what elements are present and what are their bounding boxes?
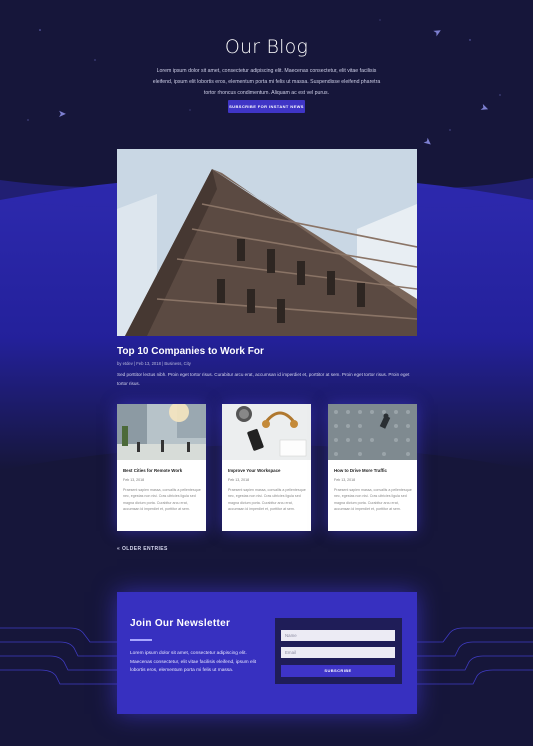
featured-post-image[interactable]	[117, 149, 417, 336]
newsletter-section: Join Our Newsletter Lorem ipsum dolor si…	[117, 592, 417, 714]
title-divider	[130, 639, 152, 641]
post-thumbnail[interactable]	[222, 404, 311, 460]
post-title[interactable]: How to Drive More Traffic	[334, 468, 387, 473]
post-excerpt: Praesent sapien massa, convallis a pelle…	[334, 488, 412, 512]
post-excerpt: Praesent sapien massa, convallis a pelle…	[228, 488, 306, 512]
name-field[interactable]	[281, 630, 395, 641]
post-date: Feb 13, 2018	[228, 478, 250, 482]
paper-plane-icon: ➤	[58, 109, 67, 120]
email-field[interactable]	[281, 647, 395, 658]
post-title[interactable]: Improve Your Workspace	[228, 468, 280, 473]
featured-post-excerpt: Sed porttitor lectus nibh. Proin eget to…	[117, 372, 410, 386]
hero-intro: Lorem ipsum dolor sit amet, consectetur …	[152, 68, 381, 96]
post-card[interactable]: Best Cities for Remote Work Feb 13, 2018…	[117, 404, 206, 531]
subscribe-cta-button[interactable]: Subscribe for Instant News	[228, 100, 305, 113]
newsletter-description: Lorem ipsum dolor sit amet, consectetur …	[130, 651, 257, 673]
post-date: Feb 13, 2018	[334, 478, 356, 482]
post-excerpt: Praesent sapien massa, convallis a pelle…	[123, 488, 201, 512]
post-thumbnail[interactable]	[117, 404, 206, 460]
subscribe-button[interactable]: Subscribe	[281, 665, 395, 677]
featured-post-title[interactable]: Top 10 Companies to Work For	[117, 346, 264, 357]
newsletter-title: Join Our Newsletter	[130, 618, 231, 629]
post-thumbnail[interactable]	[328, 404, 417, 460]
newsletter-form: Subscribe	[275, 618, 402, 684]
post-date: Feb 13, 2018	[123, 478, 145, 482]
post-title[interactable]: Best Cities for Remote Work	[123, 468, 182, 473]
page-title: Our Blog	[224, 36, 309, 58]
post-card[interactable]: Improve Your Workspace Feb 13, 2018 Prae…	[222, 404, 311, 531]
featured-post-meta: by etdev | Feb 13, 2018 | Business, City	[117, 361, 191, 366]
older-entries-link[interactable]: « Older Entries	[117, 546, 168, 552]
post-card[interactable]: How to Drive More Traffic Feb 13, 2018 P…	[328, 404, 417, 531]
